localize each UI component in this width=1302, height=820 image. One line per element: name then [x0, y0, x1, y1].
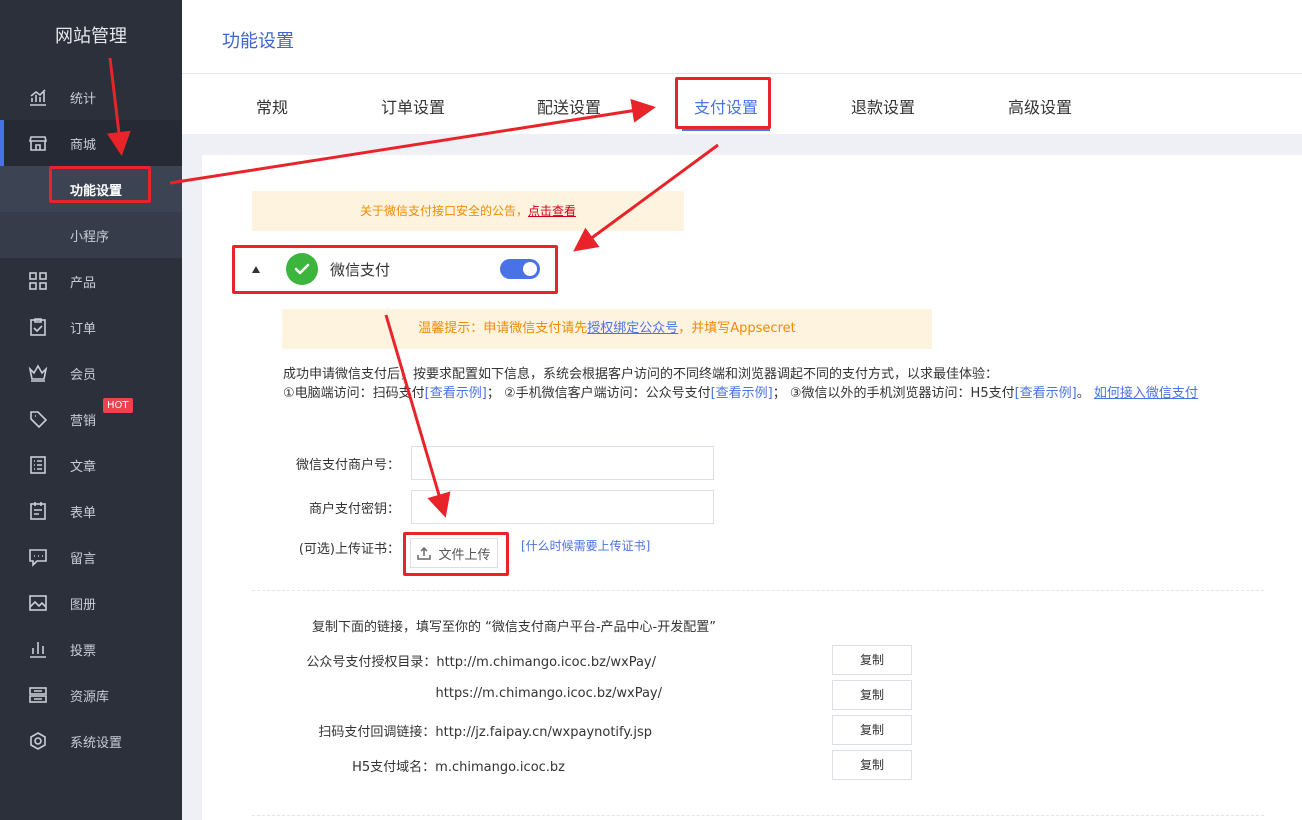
brand-title: 网站管理 [55, 26, 127, 47]
tab-general[interactable]: 常规 [256, 94, 288, 118]
grid-icon [28, 271, 48, 291]
sidebar-item-label: 营销 [70, 413, 97, 429]
bind-account-link[interactable]: 授权绑定公众号 [587, 321, 678, 336]
top-header: 功能设置 [182, 0, 1302, 74]
chart-icon [28, 87, 48, 107]
security-notice-text: 关于微信支付接口安全的公告， [359, 204, 528, 218]
sidebar-item-label: 订单 [70, 321, 97, 337]
tab-payment-settings[interactable]: 支付设置 [694, 94, 758, 118]
tab-delivery-settings[interactable]: 配送设置 [537, 94, 601, 118]
form-icon [28, 501, 48, 521]
tip-notice-prefix: 温馨提示：申请微信支付请先 [418, 321, 588, 336]
sidebar-item-label: 统计 [70, 91, 97, 107]
upload-button-label: 文件上传 [438, 547, 491, 563]
url-row-scan-callback: 扫码支付回调链接：http://jz.faipay.cn/wxpaynotify… [318, 725, 652, 740]
sidebar: 网站管理 统计 商城 功能设置 小程序 产品 订单 会员 营销 HOT 文章 表… [0, 0, 182, 820]
upload-file-button[interactable]: 文件上传 [410, 538, 498, 568]
example-link-pc[interactable]: [查看示例] [425, 386, 487, 401]
page-title: 功能设置 [222, 31, 294, 52]
sidebar-item-label: 商城 [70, 137, 97, 153]
sidebar-item-label: 系统设置 [70, 735, 123, 751]
description-line: 成功申请微信支付后，按要求配置如下信息，系统会根据客户访问的不同终端和浏览器调起… [283, 367, 999, 382]
crown-icon [28, 363, 48, 383]
store-icon [28, 133, 48, 153]
divider [252, 590, 1264, 591]
tab-order-settings[interactable]: 订单设置 [381, 94, 445, 118]
sidebar-item-library[interactable]: 资源库 [0, 672, 182, 718]
terminal-end-text: 。 [1076, 386, 1094, 401]
terminal-wechat-text: ； ②手机微信客户端访问：公众号支付 [486, 386, 711, 401]
collapse-triangle-icon[interactable] [252, 265, 260, 273]
sidebar-item-store[interactable]: 商城 [0, 120, 182, 166]
copy-instructions: 复制下面的链接，填写至你的 “微信支付商户平台-产品中心-开发配置” [312, 620, 716, 635]
sidebar-item-messages[interactable]: 留言 [0, 534, 182, 580]
url-row-auth-http: 公众号支付授权目录：http://m.chimango.icoc.bz/wxPa… [306, 655, 656, 670]
library-icon [28, 685, 48, 705]
sidebar-item-vote[interactable]: 投票 [0, 626, 182, 672]
sidebar-subitem-feature-settings[interactable]: 功能设置 [0, 166, 182, 212]
tag-icon [28, 409, 48, 429]
copy-button-scan-callback[interactable]: 复制 [832, 715, 912, 745]
merchant-id-label: 微信支付商户号： [295, 458, 400, 473]
tab-advanced-settings[interactable]: 高级设置 [1008, 94, 1072, 118]
sidebar-item-label: 产品 [70, 275, 97, 291]
certificate-label: (可选)上传证书： [298, 542, 400, 557]
tip-notice: 温馨提示：申请微信支付请先授权绑定公众号，并填写Appsecret [282, 309, 932, 349]
tab-refund-settings[interactable]: 退款设置 [851, 94, 915, 118]
security-notice-link[interactable]: 点击查看 [528, 204, 576, 218]
sidebar-item-label: 留言 [70, 551, 97, 567]
upload-icon [417, 546, 432, 560]
certificate-help-link[interactable]: [什么时候需要上传证书] [521, 537, 650, 554]
merchant-id-input[interactable] [411, 446, 714, 480]
vote-icon [28, 639, 48, 659]
sidebar-item-label: 会员 [70, 367, 97, 383]
copy-button-auth-http[interactable]: 复制 [832, 645, 912, 675]
wechat-pay-title: 微信支付 [330, 260, 391, 279]
sidebar-item-orders[interactable]: 订单 [0, 304, 182, 350]
merchant-key-label: 商户支付密钥： [308, 502, 400, 517]
tip-notice-suffix: ，并填写Appsecret [678, 321, 796, 336]
sidebar-item-label: 投票 [70, 643, 97, 659]
url-row-auth-https: https://m.chimango.icoc.bz/wxPay/ [435, 686, 662, 701]
sidebar-item-articles[interactable]: 文章 [0, 442, 182, 488]
url-row-h5-domain: H5支付域名：m.chimango.icoc.bz [352, 760, 565, 775]
sidebar-item-statistics[interactable]: 统计 [0, 74, 182, 120]
sidebar-subitem-miniprogram[interactable]: 小程序 [0, 212, 182, 258]
settings-icon [28, 731, 48, 751]
tabs-bar: 常规 订单设置 配送设置 支付设置 退款设置 高级设置 [182, 74, 1302, 134]
wechat-pay-header: 微信支付 [232, 245, 558, 293]
clipboard-icon [28, 317, 48, 337]
wechat-pay-toggle[interactable] [500, 259, 540, 279]
sidebar-item-label: 表单 [70, 505, 97, 521]
sidebar-item-label: 文章 [70, 459, 97, 475]
payment-description: 成功申请微信支付后，按要求配置如下信息，系统会根据客户访问的不同终端和浏览器调起… [283, 365, 1253, 403]
sidebar-item-gallery[interactable]: 图册 [0, 580, 182, 626]
sidebar-item-members[interactable]: 会员 [0, 350, 182, 396]
active-tab-indicator [682, 129, 770, 131]
copy-button-h5-domain[interactable]: 复制 [832, 750, 912, 780]
hot-badge: HOT [103, 398, 133, 413]
merchant-key-input[interactable] [411, 490, 714, 524]
terminal-pc-text: ①电脑端访问：扫码支付 [283, 386, 425, 401]
divider [252, 815, 1264, 816]
message-icon [28, 547, 48, 567]
howto-link[interactable]: 如何接入微信支付 [1094, 386, 1198, 401]
wechat-pay-logo-icon [286, 253, 318, 285]
sidebar-item-label: 图册 [70, 597, 97, 613]
description-terminals: ①电脑端访问：扫码支付[查看示例]； ②手机微信客户端访问：公众号支付[查看示例… [283, 384, 1253, 403]
sidebar-item-label: 资源库 [70, 689, 110, 705]
payment-panel: 关于微信支付接口安全的公告，点击查看 微信支付 温馨提示：申请微信支付请先授权绑… [202, 155, 1302, 820]
example-link-h5[interactable]: [查看示例] [1015, 386, 1077, 401]
example-link-wechat[interactable]: [查看示例] [711, 386, 773, 401]
sidebar-item-marketing[interactable]: 营销 HOT [0, 396, 182, 442]
sidebar-item-products[interactable]: 产品 [0, 258, 182, 304]
image-icon [28, 593, 48, 613]
sidebar-item-forms[interactable]: 表单 [0, 488, 182, 534]
copy-button-auth-https[interactable]: 复制 [832, 680, 912, 710]
sidebar-item-system-settings[interactable]: 系统设置 [0, 718, 182, 764]
terminal-h5-text: ； ③微信以外的手机浏览器访问：H5支付 [772, 386, 1015, 401]
article-icon [28, 455, 48, 475]
security-notice: 关于微信支付接口安全的公告，点击查看 [252, 191, 684, 231]
